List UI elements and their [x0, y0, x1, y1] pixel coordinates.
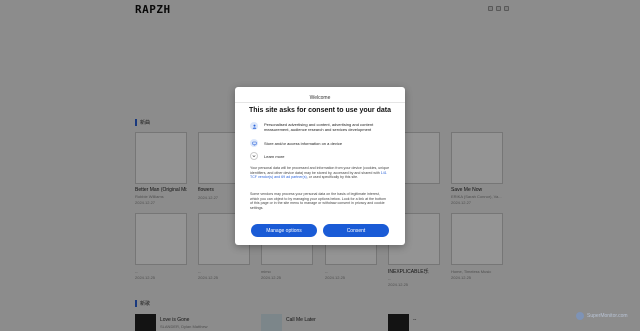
consent-dialog: Welcome This site asks for consent to us… — [235, 87, 405, 245]
watermark-text: SuperMonitor.com — [587, 313, 628, 319]
dialog-title: This site asks for consent to use your d… — [249, 107, 391, 114]
chevron-down-icon — [250, 152, 258, 160]
consent-paragraph: Your personal data will be processed and… — [250, 166, 390, 180]
manage-options-button[interactable]: Manage options — [251, 224, 317, 237]
legitimate-interest-paragraph: Some vendors may process your personal d… — [250, 192, 387, 210]
dialog-welcome: Welcome — [309, 95, 331, 101]
purpose-text: Store and/or access information on a dev… — [264, 140, 343, 146]
purpose-text: Personalised advertising and content, ad… — [264, 122, 374, 132]
paragraph-text: Your personal data will be processed and… — [250, 166, 390, 175]
device-icon — [250, 139, 258, 147]
dialog-divider — [235, 102, 405, 103]
purpose-item: Store and/or access information on a dev… — [250, 139, 395, 147]
learn-more-label: Learn more — [264, 153, 285, 159]
learn-more-toggle[interactable]: Learn more — [250, 152, 284, 160]
paragraph-text: , or used specifically by this site. — [306, 175, 359, 180]
watermark-icon — [576, 312, 584, 320]
watermark: SuperMonitor.com — [576, 312, 628, 320]
purpose-item: Personalised advertising and content, ad… — [250, 122, 395, 132]
consent-button[interactable]: Consent — [323, 224, 389, 237]
person-icon — [250, 122, 258, 130]
